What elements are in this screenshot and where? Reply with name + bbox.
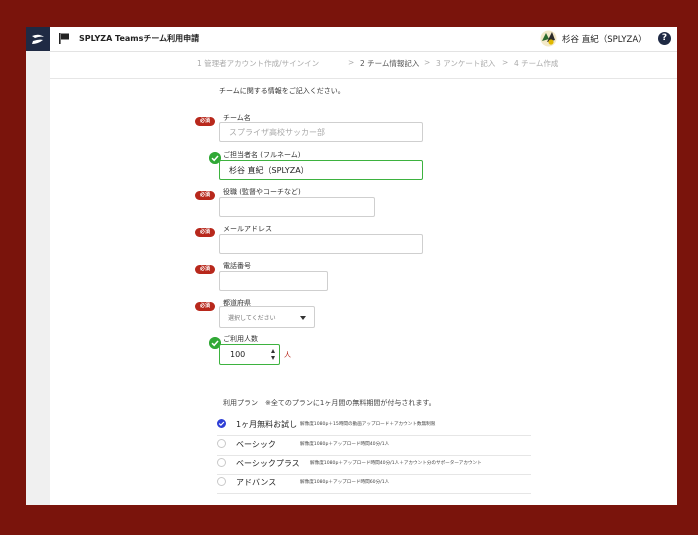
- user-count-label: ご利用人数: [223, 335, 258, 343]
- plan-heading: 利用プラン ※全てのプランに1ヶ月間の無料期間が付与されます。: [223, 399, 436, 407]
- quantity-stepper[interactable]: 100: [219, 344, 280, 365]
- step-separator: >: [348, 58, 355, 67]
- plan-name: 1ヶ月無料お試し: [236, 420, 298, 429]
- phone-label: 電話番号: [223, 262, 251, 270]
- flag-icon: [59, 33, 69, 44]
- plan-option[interactable]: ベーシック 解像度1080p＋アップロード時間40分/1人: [217, 436, 531, 456]
- plan-option[interactable]: ベーシックプラス 解像度1080p＋アップロード時間40分/1人＋アカウント分の…: [217, 455, 531, 475]
- user-count-unit: 人: [284, 351, 291, 359]
- plan-name: ベーシックプラス: [236, 459, 300, 468]
- intro-text: チームに関する情報をご記入ください。: [219, 87, 345, 95]
- email-field[interactable]: [219, 234, 423, 254]
- phone-input[interactable]: [219, 271, 328, 291]
- radio-icon[interactable]: [217, 439, 226, 448]
- plan-name: ベーシック: [236, 440, 276, 449]
- avatar[interactable]: [540, 30, 557, 47]
- position-input[interactable]: [219, 197, 375, 217]
- top-bar: SPLYZA Teamsチーム利用申請 杉谷 直紀（SPLYZA） ?: [26, 27, 677, 52]
- app-title: SPLYZA Teamsチーム利用申請: [79, 34, 200, 43]
- plan-description: 解像度1080p＋15時間の動画アップロード＋アカウント数無制限: [300, 422, 436, 427]
- sidebar: [26, 51, 50, 505]
- user-name[interactable]: 杉谷 直紀（SPLYZA）: [562, 33, 647, 45]
- stepper-up-icon[interactable]: [271, 349, 275, 353]
- plan-name: アドバンス: [236, 478, 277, 487]
- required-badge: 必須: [195, 117, 215, 126]
- step-1: 1 管理者アカウント作成/サインイン: [197, 59, 320, 68]
- plan-description: 解像度1080p＋アップロード時間60分/1人: [300, 480, 390, 485]
- person-name-label: ご担当者名 (フルネーム): [223, 151, 301, 159]
- plan-description: 解像度1080p＋アップロード時間40分/1人＋アカウント分のサポーターアカウン…: [310, 461, 482, 466]
- plan-option[interactable]: 1ヶ月無料お試し 解像度1080p＋15時間の動画アップロード＋アカウント数無制…: [217, 416, 531, 436]
- prefecture-select[interactable]: 選択してください: [219, 306, 315, 328]
- radio-icon[interactable]: [217, 458, 226, 467]
- step-4: 4 チーム作成: [514, 59, 559, 68]
- radio-checked-icon[interactable]: [217, 419, 226, 428]
- plan-description: 解像度1080p＋アップロード時間40分/1人: [300, 442, 390, 447]
- required-badge: 必須: [195, 228, 215, 237]
- step-indicator: 1 管理者アカウント作成/サインイン > 2 チーム情報記入 > 3 アンケート…: [50, 58, 677, 79]
- step-separator: >: [502, 58, 509, 67]
- team-name-input[interactable]: [219, 122, 423, 142]
- person-name-input[interactable]: [219, 160, 423, 180]
- required-badge: 必須: [195, 191, 215, 200]
- step-2: 2 チーム情報記入: [360, 59, 420, 68]
- chevron-down-icon: [300, 316, 306, 320]
- plan-option[interactable]: アドバンス 解像度1080p＋アップロード時間60分/1人: [217, 474, 531, 494]
- radio-icon[interactable]: [217, 477, 226, 486]
- required-badge: 必須: [195, 265, 215, 274]
- step-3: 3 アンケート記入: [436, 59, 496, 68]
- step-separator: >: [424, 58, 431, 67]
- app-window: SPLYZA Teamsチーム利用申請 杉谷 直紀（SPLYZA） ? 1 管理…: [26, 27, 677, 505]
- main-content: 1 管理者アカウント作成/サインイン > 2 チーム情報記入 > 3 アンケート…: [50, 52, 677, 505]
- required-badge: 必須: [195, 302, 215, 311]
- user-count-value: 100: [230, 350, 246, 359]
- stepper-down-icon[interactable]: [271, 356, 275, 360]
- help-icon[interactable]: ?: [658, 32, 671, 45]
- email-label: メールアドレス: [223, 225, 272, 233]
- splyza-logo-icon[interactable]: [26, 27, 50, 51]
- prefecture-selected: 選択してください: [228, 315, 276, 322]
- position-label: 役職 (監督やコーチなど): [223, 188, 301, 196]
